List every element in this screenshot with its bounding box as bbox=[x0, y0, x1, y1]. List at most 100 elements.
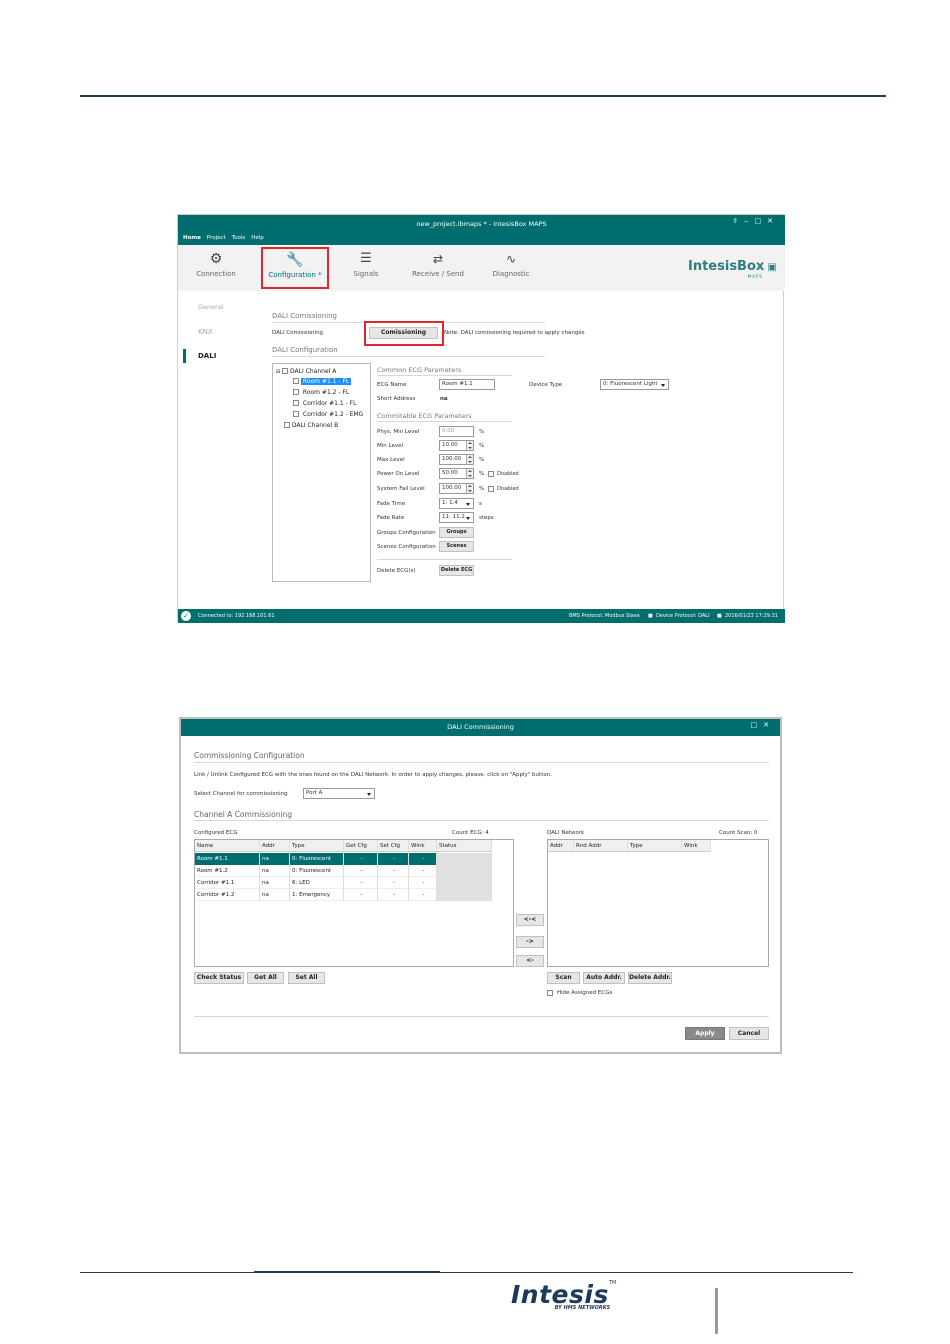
dali-comissioning-section-title: DALI Comissioning bbox=[272, 312, 337, 320]
table-row[interactable]: Room #1.2 na 0: Fluorescent - - - bbox=[195, 865, 492, 877]
table-row[interactable]: Corridor #1.1 na 6: LED - - - bbox=[195, 877, 492, 889]
footer-rule bbox=[80, 1272, 853, 1273]
intesisbox-maps-window: new_project.ibmaps * - IntesisBox MAPS ⇪… bbox=[177, 214, 785, 623]
sidebar-item-general[interactable]: General bbox=[198, 303, 224, 312]
toolbar-signals[interactable]: ☰ Signals bbox=[336, 251, 396, 279]
menu-help[interactable]: Help bbox=[251, 235, 264, 241]
phys-min-level-label: Phys. Min Level bbox=[377, 429, 420, 435]
commissioning-configuration-title: Commissioning Configuration bbox=[194, 751, 305, 760]
ecg-tree: ⊟ DALI Channel A Room #1.1 - FL Room #1.… bbox=[272, 363, 371, 582]
toolbar-diagnostic[interactable]: ∿ Diagnostic bbox=[481, 251, 541, 279]
tree-item-corridor-1-2[interactable]: Corridor #1.2 - EMG bbox=[293, 410, 365, 419]
status-bar: ✓ Connected to: 192.168.101.61 BMS Proto… bbox=[178, 609, 785, 623]
window-controls[interactable]: ⇪‒□✕ bbox=[732, 217, 779, 225]
intesisbox-logo: IntesisBox ▣ MAPS bbox=[688, 259, 777, 279]
configured-ecg-header: Name Addr Type Get Cfg Set Cfg Wink Stat… bbox=[195, 840, 492, 852]
tree-item-corridor-1-1[interactable]: Corridor #1.1 - FL bbox=[293, 399, 358, 408]
short-address-label: Short Address bbox=[377, 396, 416, 402]
system-fail-disabled-checkbox[interactable] bbox=[488, 486, 494, 492]
groups-configuration-label: Groups Configuration bbox=[377, 530, 436, 536]
min-level-input[interactable]: 10.00 bbox=[439, 440, 474, 451]
delete-ecg-button[interactable]: Delete ECG bbox=[439, 565, 474, 576]
status-datetime: 2016/01/23 17:29:31 bbox=[725, 613, 778, 619]
power-on-level-input[interactable]: 50.00 bbox=[439, 468, 474, 479]
max-level-label: Max Level bbox=[377, 457, 405, 463]
apply-button[interactable]: Apply bbox=[685, 1027, 725, 1040]
link-all-arrow-button[interactable]: <-< bbox=[516, 914, 544, 926]
scenes-configuration-label: Scenes Configuration bbox=[377, 544, 436, 550]
tree-item-room-1-2[interactable]: Room #1.2 - FL bbox=[293, 388, 351, 397]
table-row[interactable]: Room #1.1 na 0: Fluorescent - - - bbox=[195, 853, 492, 865]
delete-ecg-label: Delete ECG(s) bbox=[377, 568, 416, 574]
dali-network-table: Addr Rnd Addr Type Wink bbox=[547, 839, 769, 967]
cancel-button[interactable]: Cancel bbox=[729, 1027, 769, 1040]
tree-channel-b[interactable]: DALI Channel B bbox=[284, 421, 338, 430]
connection-icon: ⚙ bbox=[209, 251, 223, 267]
sidebar-item-dali[interactable]: DALI bbox=[198, 352, 216, 361]
groups-button[interactable]: Groups bbox=[439, 527, 474, 538]
sidebar-item-knx[interactable]: KNX bbox=[198, 328, 213, 337]
toolbar-receive-send[interactable]: ⇄ Receive / Send bbox=[406, 251, 470, 279]
phys-min-level-input: 0.00 bbox=[439, 426, 474, 437]
comissioning-button[interactable]: Comissioning bbox=[369, 327, 438, 339]
tree-item-room-1-1[interactable]: Room #1.1 - FL bbox=[293, 377, 352, 386]
common-ecg-section-title: Common ECG Parameters bbox=[377, 366, 462, 374]
fade-time-select[interactable]: 1: 1.4 bbox=[439, 498, 474, 509]
channel-a-commissioning-title: Channel A Commissioning bbox=[194, 810, 293, 819]
delete-addr-button[interactable]: Delete Addr. bbox=[628, 972, 672, 984]
commitable-ecg-section-title: Commitable ECG Parameters bbox=[377, 412, 472, 420]
wrench-icon: 🔧 bbox=[286, 252, 304, 268]
power-on-disabled-checkbox[interactable] bbox=[488, 471, 494, 477]
hide-assigned-label: Hide Assigned ECGs bbox=[557, 990, 613, 996]
device-type-label: Device Type bbox=[529, 382, 563, 388]
table-row[interactable]: Corridor #1.2 na 1: Emergency - - - bbox=[195, 889, 492, 901]
hide-assigned-checkbox[interactable] bbox=[547, 990, 553, 996]
dali-network-header: Addr Rnd Addr Type Wink bbox=[548, 840, 711, 852]
ecg-name-input[interactable]: Room #1.1 bbox=[439, 379, 495, 390]
sidebar-active-marker bbox=[183, 349, 186, 363]
commissioning-instructions: Link / Unlink Configured ECG with the on… bbox=[194, 772, 552, 778]
scenes-button[interactable]: Scenes bbox=[439, 541, 474, 552]
menu-project[interactable]: Project bbox=[207, 235, 226, 241]
dali-comissioning-label: DALI Comissioning bbox=[272, 330, 324, 336]
connected-status: Connected to: 192.168.101.61 bbox=[198, 613, 275, 619]
connected-icon: ✓ bbox=[181, 611, 191, 621]
get-all-button[interactable]: Get All bbox=[247, 972, 284, 984]
fade-rate-select[interactable]: 11: 11.2 bbox=[439, 512, 474, 523]
dialog-window-controls[interactable]: □✕ bbox=[751, 721, 775, 729]
bms-protocol: BMS Protocol: Modbus Slave bbox=[569, 613, 640, 619]
link-arrow-button[interactable]: -> bbox=[516, 936, 544, 948]
dialog-titlebar: DALI Commissioning □✕ bbox=[181, 719, 780, 736]
menu-bar: Home Project Tools Help bbox=[183, 235, 264, 241]
sidebar: General KNX DALI bbox=[178, 291, 258, 591]
menu-tools[interactable]: Tools bbox=[232, 235, 246, 241]
system-fail-disabled-label: Disabled bbox=[497, 486, 519, 492]
footer-rule-accent bbox=[254, 1271, 440, 1273]
toolbar-configuration[interactable]: 🔧 Configuration * bbox=[261, 247, 329, 289]
min-level-label: Min Level bbox=[377, 443, 404, 449]
configured-ecg-table: Name Addr Type Get Cfg Set Cfg Wink Stat… bbox=[194, 839, 514, 967]
dali-commissioning-dialog: DALI Commissioning □✕ Commissioning Conf… bbox=[179, 717, 782, 1054]
max-level-input[interactable]: 100.00 bbox=[439, 454, 474, 465]
transfer-icon: ⇄ bbox=[432, 252, 444, 266]
tree-channel-a[interactable]: ⊟ DALI Channel A bbox=[276, 367, 336, 376]
scan-button[interactable]: Scan bbox=[547, 972, 580, 984]
list-icon: ☰ bbox=[360, 251, 372, 266]
check-status-button[interactable]: Check Status bbox=[194, 972, 244, 984]
system-fail-level-input[interactable]: 100.00 bbox=[439, 483, 474, 494]
page-header-rule bbox=[80, 95, 886, 97]
device-type-select[interactable]: 0: Fluorescent Light bbox=[600, 379, 669, 390]
dali-network-label: DALI Network bbox=[547, 830, 585, 836]
comissioning-note: Note: DALI comissioning required to appl… bbox=[444, 330, 585, 336]
power-on-disabled-label: Disabled bbox=[497, 471, 519, 477]
ecg-name-label: ECG Name bbox=[377, 382, 407, 388]
channel-port-select[interactable]: Port A bbox=[303, 788, 375, 799]
count-scan: Count Scan: 0 bbox=[719, 830, 758, 836]
toolbar: ⚙ Connection 🔧 Configuration * ☰ Signals… bbox=[178, 245, 785, 291]
toolbar-connection[interactable]: ⚙ Connection bbox=[186, 251, 246, 279]
menu-home[interactable]: Home bbox=[183, 235, 201, 241]
footer-intesis-logo: IntesisTM BY HMS NETWORKS bbox=[511, 1280, 617, 1311]
set-all-button[interactable]: Set All bbox=[288, 972, 325, 984]
auto-addr-button[interactable]: Auto Addr. bbox=[583, 972, 625, 984]
unlink-arrow-button[interactable]: <- bbox=[516, 955, 544, 967]
